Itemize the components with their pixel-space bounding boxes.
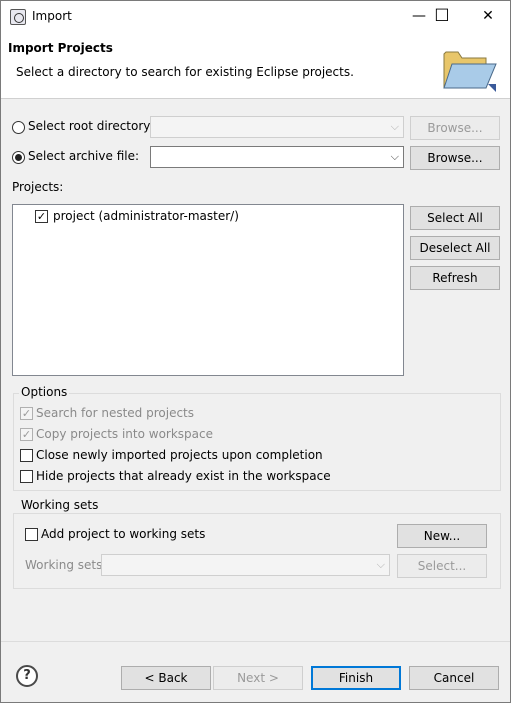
close-imported-checkbox[interactable] [20,449,33,462]
wizard-header: Import Projects Select a directory to se… [1,32,510,99]
root-directory-label: Select root directory: [28,119,154,133]
back-button[interactable]: < Back [121,666,211,690]
working-sets-combo[interactable]: ⌵ [101,554,390,576]
root-directory-combo[interactable]: ⌵ [150,116,404,138]
finish-button[interactable]: Finish [311,666,401,690]
add-to-working-sets-checkbox[interactable] [25,528,38,541]
page-description: Select a directory to search for existin… [16,65,354,79]
root-directory-browse-button[interactable]: Browse... [410,116,500,140]
select-all-button[interactable]: Select All [410,206,500,230]
nested-projects-checkbox[interactable]: ✓ [20,407,33,420]
close-button[interactable]: ✕ [465,1,511,32]
working-sets-title: Working sets [19,498,101,512]
folder-open-icon [443,51,497,92]
root-directory-radio[interactable] [12,121,25,134]
chevron-down-icon: ⌵ [376,558,385,571]
eclipse-app-icon [10,9,26,25]
close-imported-label: Close newly imported projects upon compl… [36,448,323,462]
working-sets-label: Working sets: [25,558,107,572]
archive-file-combo[interactable]: ⌵ [150,146,404,168]
import-dialog: Import — ☐ ✕ Import Projects Select a di… [0,0,511,703]
next-button[interactable]: Next > [213,666,303,690]
cancel-button[interactable]: Cancel [409,666,499,690]
options-title: Options [19,385,70,399]
archive-file-radio[interactable] [12,151,25,164]
refresh-button[interactable]: Refresh [410,266,500,290]
new-working-set-button[interactable]: New... [397,524,487,548]
page-title: Import Projects [8,41,113,55]
projects-list[interactable]: ✓ project (administrator-master/) [12,204,404,376]
hide-existing-label: Hide projects that already exist in the … [36,469,331,483]
footer-divider [1,641,510,642]
hide-existing-checkbox[interactable] [20,470,33,483]
project-label: project (administrator-master/) [53,209,239,223]
nested-projects-label: Search for nested projects [36,406,195,420]
chevron-down-icon: ⌵ [390,120,399,133]
projects-label: Projects: [12,180,64,194]
window-title: Import [32,9,72,23]
help-icon[interactable]: ? [16,665,38,687]
add-to-working-sets-label: Add project to working sets [41,527,206,541]
archive-file-browse-button[interactable]: Browse... [410,146,500,170]
list-item[interactable]: ✓ project (administrator-master/) [35,209,239,225]
deselect-all-button[interactable]: Deselect All [410,236,500,260]
chevron-down-icon: ⌵ [390,150,399,163]
project-checkbox[interactable]: ✓ [35,210,48,223]
copy-projects-checkbox[interactable]: ✓ [20,428,33,441]
archive-file-label: Select archive file: [28,149,140,163]
select-working-sets-button[interactable]: Select... [397,554,487,578]
maximize-button[interactable]: ☐ [419,1,465,32]
copy-projects-label: Copy projects into workspace [36,427,214,441]
title-bar: Import — ☐ ✕ [1,1,510,32]
